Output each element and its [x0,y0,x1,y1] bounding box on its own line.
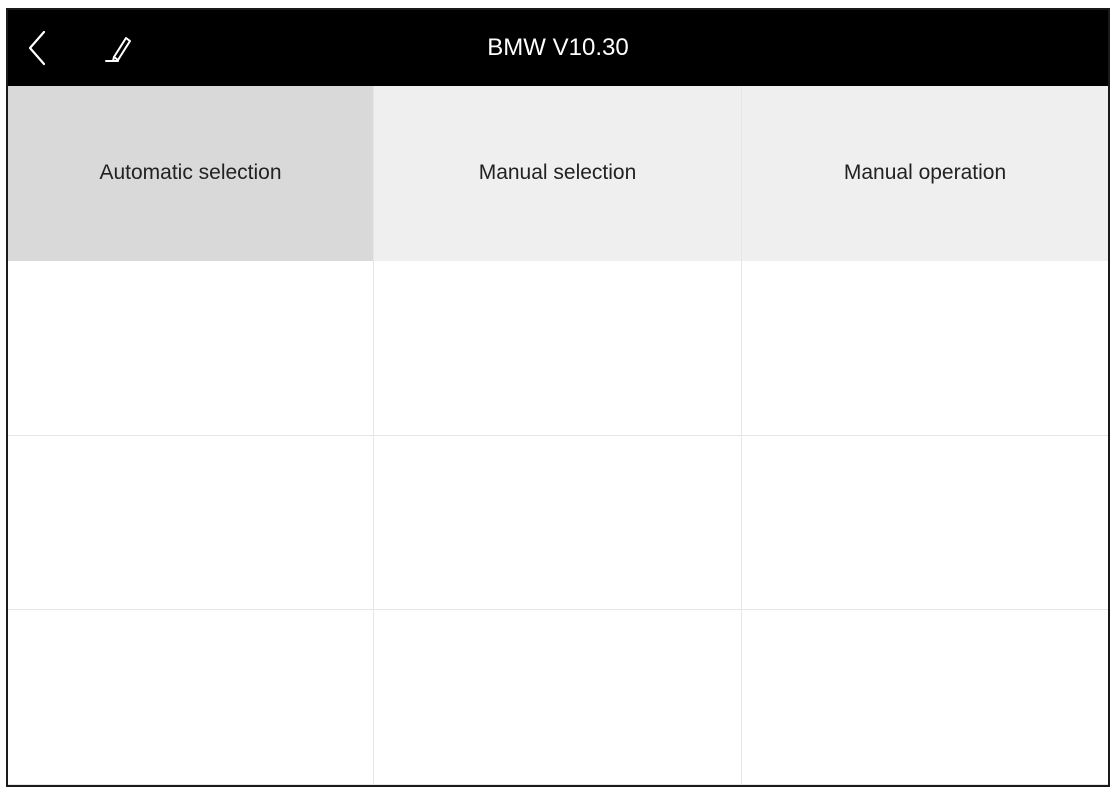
app-window: BMW V10.30 Automatic selection Manual se… [6,8,1110,787]
grid-cell [742,610,1108,785]
top-bar: BMW V10.30 [8,10,1108,86]
tab-label: Manual operation [843,161,1007,185]
tab-manual-operation[interactable]: Manual operation [742,86,1108,261]
grid-cell [374,435,742,611]
grid-cell [374,260,742,436]
tab-manual-selection[interactable]: Manual selection [374,86,742,261]
grid-cell [8,610,374,785]
selection-grid: Automatic selection Manual selection Man… [8,86,1108,785]
page-title: BMW V10.30 [487,34,629,61]
back-button[interactable] [22,28,58,68]
tab-automatic-selection[interactable]: Automatic selection [8,86,374,261]
grid-cell [8,435,374,611]
pencil-icon [105,37,131,62]
chevron-left-icon [28,30,46,66]
grid-cell [8,260,374,436]
edit-button[interactable] [100,30,136,66]
tab-label: Manual selection [478,161,637,185]
tab-label: Automatic selection [99,161,282,185]
grid-cell [742,435,1108,611]
grid-cell [742,260,1108,436]
grid-cell [374,610,742,785]
